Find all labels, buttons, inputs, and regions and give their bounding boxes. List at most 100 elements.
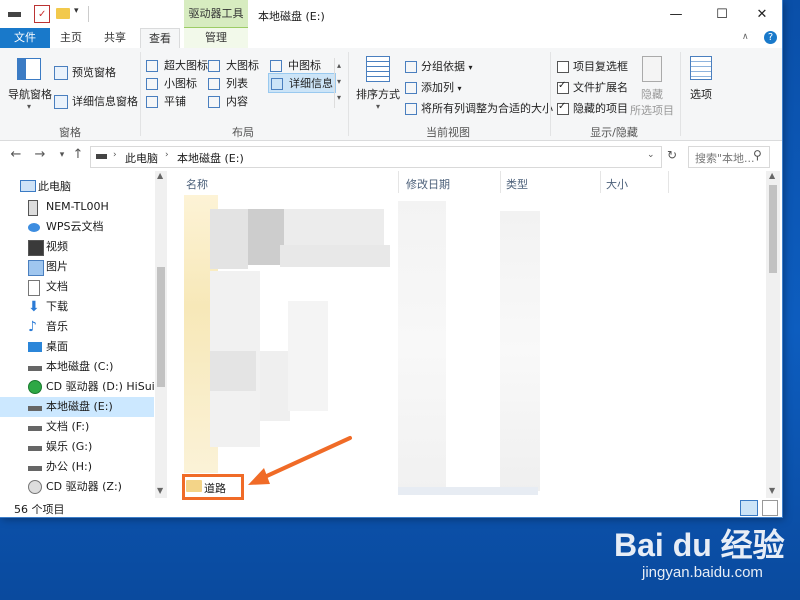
nav-item-this-pc[interactable]: 此电脑 (0, 177, 154, 197)
layout-details[interactable]: 详细信息 (268, 73, 336, 93)
add-columns-button[interactable]: 添加列 ▾ (405, 79, 462, 95)
explorer-window: ✓ ▾ 驱动器工具 本地磁盘 (E:) — ☐ ✕ 文件 主页 共享 查看 管理… (0, 0, 782, 517)
layout-gallery-scroll[interactable]: ▴ ▾ ▾ (334, 58, 347, 108)
sort-by-button[interactable]: 排序方式 ▾ (356, 56, 400, 111)
nav-item-desktop[interactable]: 桌面 (0, 337, 154, 357)
close-button[interactable]: ✕ (740, 0, 782, 30)
properties-icon[interactable]: ✓ (34, 5, 50, 23)
nav-item-music[interactable]: ♪ 音乐 (0, 317, 154, 337)
minimize-button[interactable]: — (654, 0, 698, 30)
layout-label: 列表 (226, 77, 248, 90)
divider (88, 6, 89, 22)
nav-item-label: 桌面 (46, 340, 68, 353)
tab-share[interactable]: 共享 (100, 28, 130, 48)
column-header-size[interactable]: 大小 (606, 176, 628, 192)
large-icons-icon (208, 60, 220, 72)
search-box[interactable]: 搜索"本地... ⚲ (688, 146, 770, 168)
nav-item-drive-h[interactable]: 办公 (H:) (0, 457, 154, 477)
group-label-current-view: 当前视图 (426, 126, 470, 139)
preview-pane-button[interactable]: 预览窗格 (54, 64, 116, 80)
nav-pane-scrollbar[interactable]: ▲ ▼ (155, 171, 167, 498)
nav-item-phone[interactable]: NEM-TL00H (0, 197, 154, 217)
nav-item-label: 视频 (46, 240, 68, 253)
scroll-up-icon[interactable]: ▲ (769, 171, 775, 180)
hide-selected-button[interactable]: 隐藏 所选项目 (630, 56, 674, 118)
chevron-right-icon: › (113, 150, 117, 160)
layout-label: 大图标 (226, 59, 259, 72)
file-list-scrollbar[interactable]: ▲ ▼ (766, 171, 780, 498)
tab-manage[interactable]: 管理 (184, 28, 248, 48)
nav-item-pictures[interactable]: 图片 (0, 257, 154, 277)
up-icon[interactable]: ↑ (70, 147, 86, 163)
drive-icon (96, 154, 107, 159)
column-header-name[interactable]: 名称 (186, 176, 208, 192)
chevron-down-icon: ▾ (468, 63, 473, 72)
tab-view[interactable]: 查看 (140, 28, 180, 49)
group-by-button[interactable]: 分组依据 ▾ (405, 58, 473, 74)
item-checkboxes-toggle[interactable]: 项目复选框 (557, 58, 628, 74)
quick-access-dropdown-icon[interactable]: ▾ (74, 6, 82, 20)
scroll-up-icon[interactable]: ▲ (157, 171, 163, 180)
preview-pane-label: 预览窗格 (72, 66, 116, 79)
column-header-type[interactable]: 类型 (506, 176, 528, 192)
layout-extra-large-icons[interactable]: 超大图标 (146, 57, 208, 73)
nav-item-downloads[interactable]: ⬇ 下载 (0, 297, 154, 317)
ribbon-tabs: 文件 主页 共享 查看 管理 ∧ ? (0, 28, 782, 49)
scroll-down-icon[interactable]: ▼ (769, 486, 775, 495)
layout-label: 超大图标 (164, 59, 208, 72)
breadcrumb-item[interactable]: 本地磁盘 (E:) (177, 150, 244, 166)
hidden-items-toggle[interactable]: 隐藏的项目 (557, 100, 628, 116)
details-pane-button[interactable]: 详细信息窗格 (54, 93, 138, 109)
sort-by-icon (366, 56, 390, 82)
column-header-date[interactable]: 修改日期 (406, 176, 450, 192)
nav-item-drive-f[interactable]: 文档 (F:) (0, 417, 154, 437)
options-button[interactable]: 选项 (686, 56, 716, 102)
nav-item-cd-z[interactable]: CD 驱动器 (Z:) (0, 477, 154, 497)
tab-home[interactable]: 主页 (56, 28, 86, 48)
tab-file[interactable]: 文件 (0, 28, 50, 48)
computer-icon (20, 180, 36, 192)
refresh-icon[interactable]: ↻ (664, 148, 680, 164)
nav-item-drive-g[interactable]: 娱乐 (G:) (0, 437, 154, 457)
layout-label: 内容 (226, 95, 248, 108)
nav-item-drive-c[interactable]: 本地磁盘 (C:) (0, 357, 154, 377)
scroll-down-icon[interactable]: ▼ (157, 486, 163, 495)
new-folder-icon[interactable] (56, 8, 70, 19)
drive-icon[interactable] (8, 7, 22, 21)
cd-icon (28, 480, 42, 494)
file-list-scroll-thumb[interactable] (769, 185, 777, 273)
layout-list[interactable]: 列表 (208, 75, 248, 91)
group-by-label: 分组依据 (421, 60, 465, 73)
back-icon[interactable]: ← (8, 147, 24, 163)
address-bar[interactable]: › 此电脑 › 本地磁盘 (E:) ⌄ (90, 146, 662, 168)
large-icons-view-icon[interactable] (762, 500, 778, 516)
layout-medium-icons[interactable]: 中图标 (270, 57, 321, 73)
blurred-region (210, 351, 256, 391)
layout-small-icons[interactable]: 小图标 (146, 75, 197, 91)
nav-pane-button[interactable]: 导航窗格 ▾ (8, 58, 52, 118)
nav-item-drive-e[interactable]: 本地磁盘 (E:) (0, 397, 154, 417)
file-extensions-toggle[interactable]: 文件扩展名 (557, 79, 628, 95)
recent-locations-icon[interactable]: ▾ (54, 147, 70, 163)
details-view-icon[interactable] (740, 500, 758, 516)
nav-pane-icon (17, 58, 41, 80)
sort-by-label: 排序方式 (356, 88, 400, 101)
nav-item-documents[interactable]: 文档 (0, 277, 154, 297)
layout-tiles[interactable]: 平铺 (146, 93, 186, 109)
address-dropdown-icon[interactable]: ⌄ (647, 150, 655, 160)
nav-item-label: 办公 (H:) (46, 460, 93, 473)
layout-large-icons[interactable]: 大图标 (208, 57, 259, 73)
nav-item-cd-d[interactable]: CD 驱动器 (D:) HiSuite (0, 377, 166, 397)
medium-icons-icon (270, 60, 282, 72)
maximize-button[interactable]: ☐ (700, 0, 744, 30)
nav-pane-scroll-thumb[interactable] (157, 267, 165, 387)
fit-columns-button[interactable]: 将所有列调整为合适的大小 (405, 100, 553, 116)
help-icon[interactable]: ? (764, 31, 777, 44)
nav-pane-label: 导航窗格 (8, 88, 52, 101)
nav-item-wps-cloud[interactable]: WPS云文档 (0, 217, 154, 237)
layout-content[interactable]: 内容 (208, 93, 248, 109)
nav-item-videos[interactable]: 视频 (0, 237, 154, 257)
breadcrumb-item[interactable]: 此电脑 (125, 150, 158, 166)
forward-icon[interactable]: → (32, 147, 48, 163)
ribbon-collapse-icon[interactable]: ∧ (742, 32, 749, 42)
